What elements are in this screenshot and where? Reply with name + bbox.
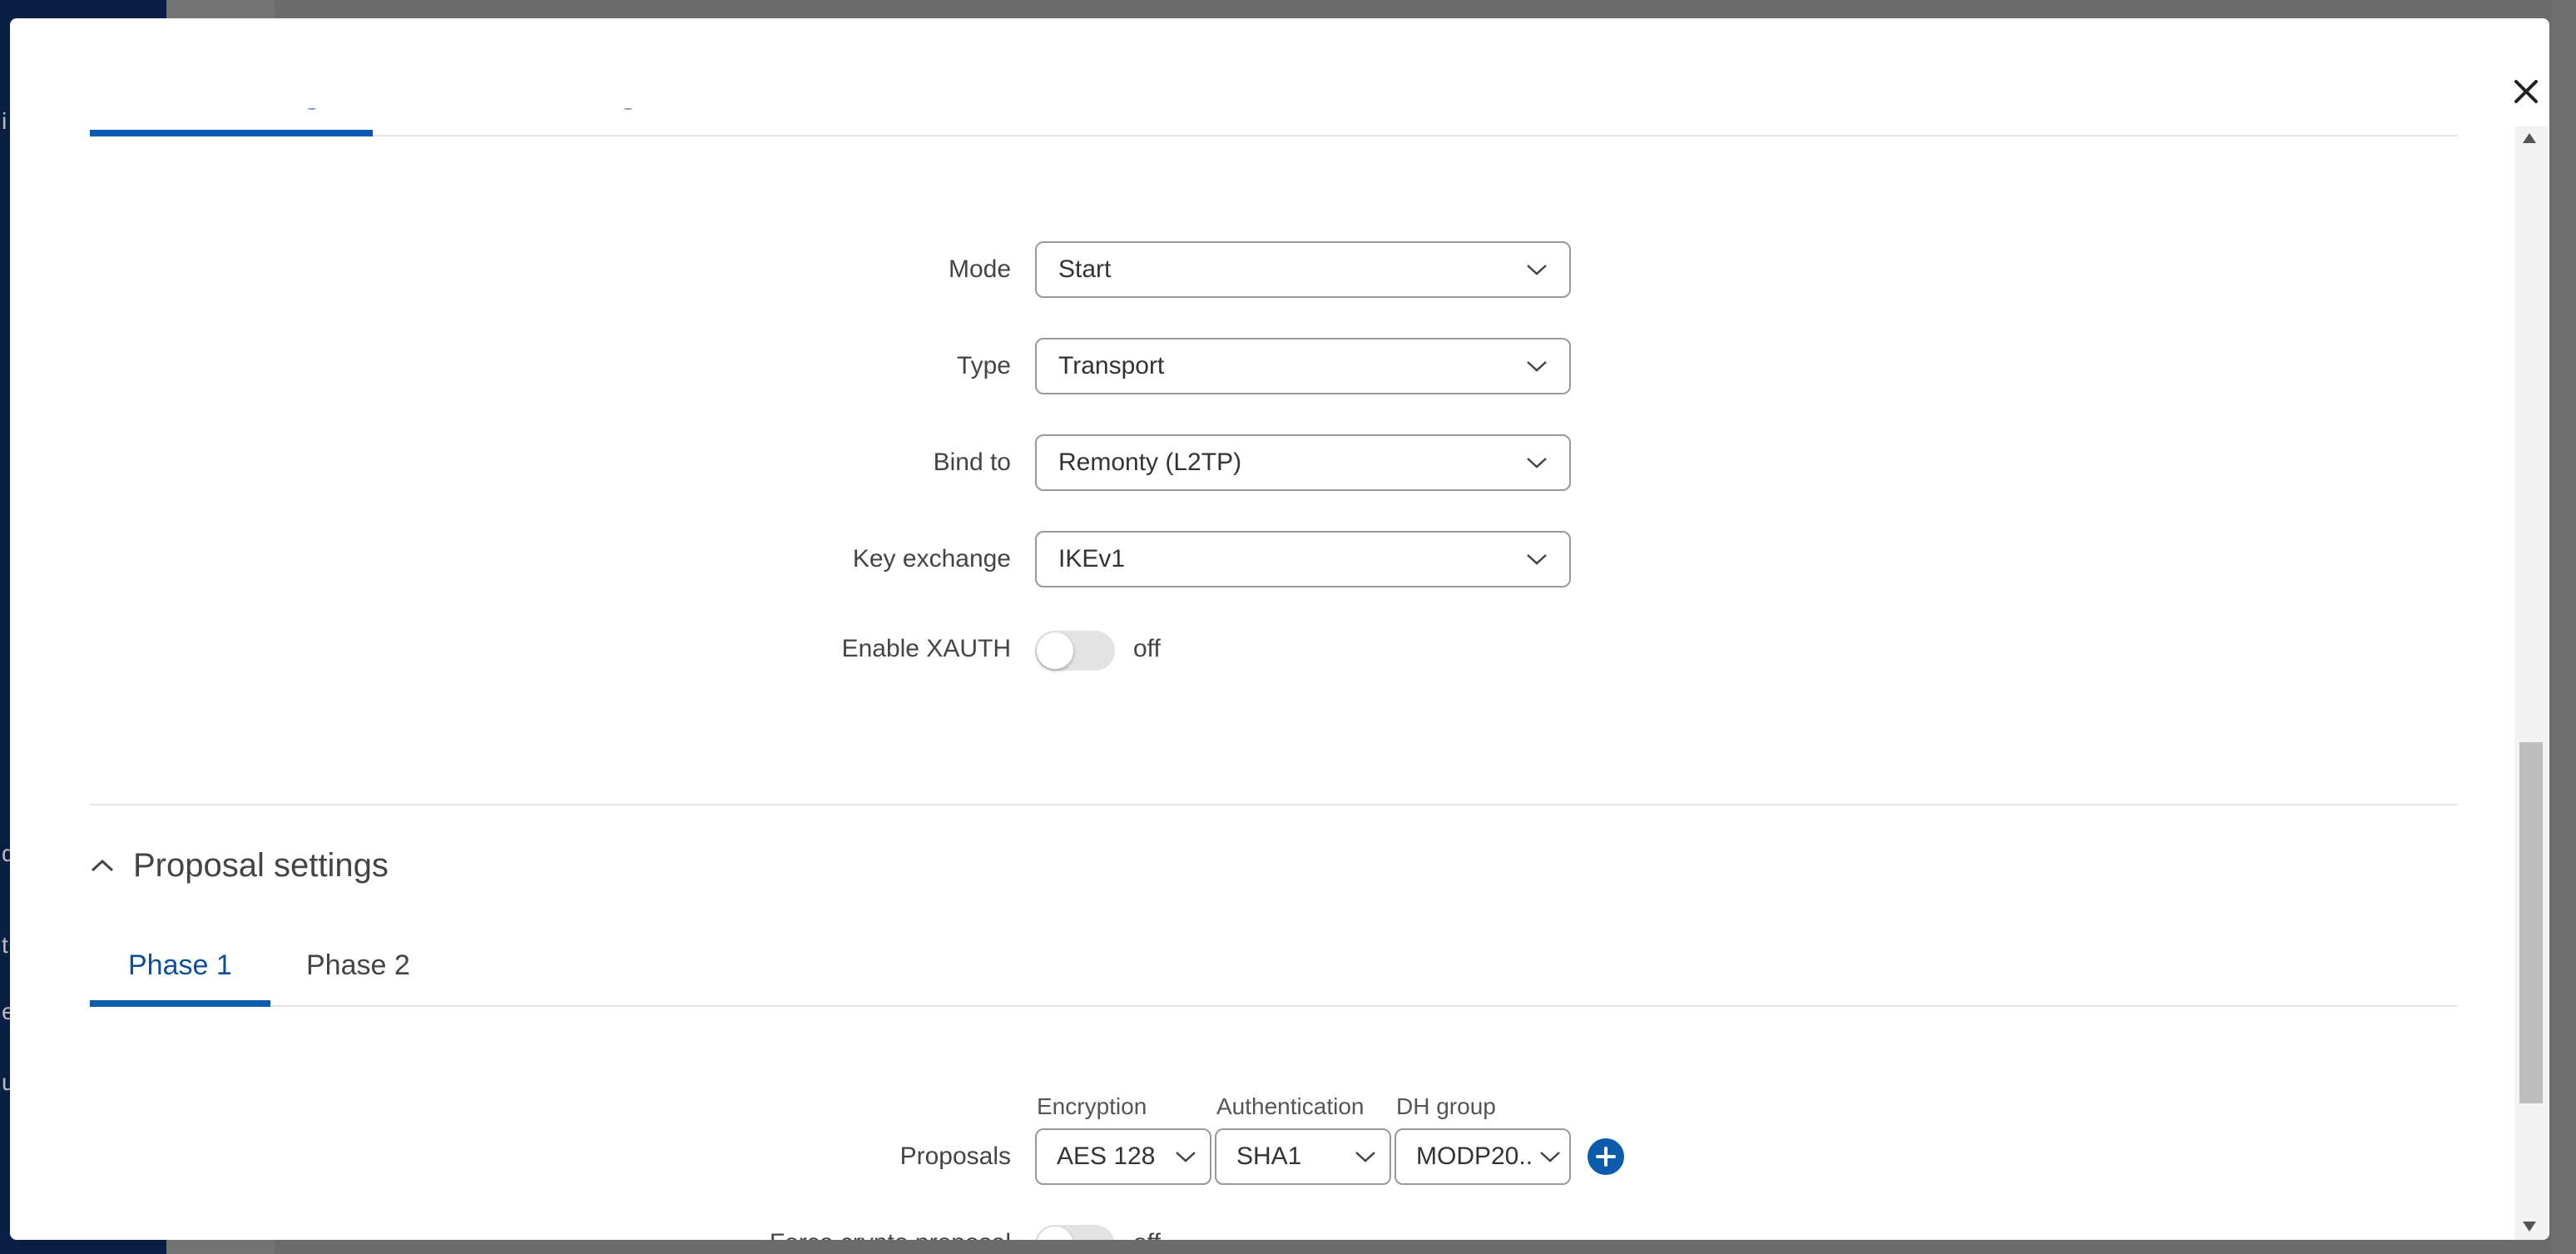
chevron-down-icon xyxy=(1527,458,1547,468)
chevron-down-icon xyxy=(1527,554,1547,565)
authentication-value: SHA1 xyxy=(1236,1142,1302,1170)
chevron-down-icon xyxy=(1540,1152,1560,1162)
tab-general-settings[interactable]: General settings xyxy=(90,108,373,136)
mode-select[interactable]: Start xyxy=(1035,241,1571,298)
type-select[interactable]: Transport xyxy=(1035,338,1571,394)
mode-label: Mode xyxy=(948,255,1011,283)
bind-to-value: Remonty (L2TP) xyxy=(1058,449,1242,476)
chevron-down-icon xyxy=(1176,1152,1196,1162)
type-value: Transport xyxy=(1058,352,1165,379)
close-button[interactable] xyxy=(2508,73,2544,110)
authentication-select[interactable]: SHA1 xyxy=(1215,1128,1391,1185)
type-label: Type xyxy=(956,352,1011,379)
scroll-thumb[interactable] xyxy=(2519,742,2543,1103)
background-text: t xyxy=(2,932,8,958)
toggle-knob xyxy=(1037,632,1073,669)
background-right xyxy=(2551,0,2576,1254)
force-crypto-row: Force crypto proposal off xyxy=(10,1215,2514,1240)
enable-xauth-state: off xyxy=(1133,635,1161,662)
section-title: Proposal settings xyxy=(133,846,389,884)
close-icon xyxy=(2514,80,2538,103)
modal-scrollbar[interactable] xyxy=(2514,126,2548,1240)
chevron-down-icon xyxy=(1527,265,1547,275)
key-exchange-value: IKEv1 xyxy=(1058,545,1126,572)
key-exchange-select[interactable]: IKEv1 xyxy=(1035,531,1571,587)
modal-content: General settings Advanced settings Mode … xyxy=(10,108,2514,1240)
dh-group-select[interactable]: MODP20... xyxy=(1395,1128,1571,1185)
enable-xauth-label: Enable XAUTH xyxy=(841,635,1011,662)
mode-row: Mode Start xyxy=(10,241,2514,298)
toggle-knob xyxy=(1037,1227,1073,1240)
proposals-label: Proposals xyxy=(899,1142,1011,1170)
mode-value: Start xyxy=(1058,255,1112,283)
key-exchange-row: Key exchange IKEv1 xyxy=(10,531,2514,587)
general-tabs: General settings Advanced settings xyxy=(90,108,2458,136)
enable-xauth-toggle[interactable] xyxy=(1035,631,1115,671)
bind-to-label: Bind to xyxy=(933,449,1011,476)
encryption-value: AES 128 xyxy=(1057,1142,1156,1170)
scroll-up-arrow-icon[interactable] xyxy=(2523,133,2536,143)
force-crypto-toggle[interactable] xyxy=(1035,1225,1115,1240)
section-divider xyxy=(90,804,2458,805)
force-crypto-label: Force crypto proposal xyxy=(770,1215,1011,1240)
chevron-down-icon xyxy=(1355,1152,1375,1162)
force-crypto-state: off xyxy=(1133,1215,1161,1240)
ipsec-config-modal: General settings Advanced settings Mode … xyxy=(10,18,2549,1240)
tab-phase-2[interactable]: Phase 2 xyxy=(268,940,448,1007)
bind-to-select[interactable]: Remonty (L2TP) xyxy=(1035,434,1571,491)
plus-icon xyxy=(1596,1147,1616,1167)
proposals-row: Proposals AES 128 SHA1 MODP20... xyxy=(10,1128,2514,1185)
key-exchange-label: Key exchange xyxy=(852,545,1011,572)
bind-to-row: Bind to Remonty (L2TP) xyxy=(10,434,2514,491)
background-text: i xyxy=(2,108,7,134)
dh-group-column-header: DH group xyxy=(1396,1093,1496,1119)
type-row: Type Transport xyxy=(10,338,2514,394)
phase-tabs: Phase 1 Phase 2 xyxy=(90,924,2458,1007)
encryption-column-header: Encryption xyxy=(1037,1093,1147,1119)
chevron-up-icon xyxy=(91,859,114,872)
enable-xauth-row: Enable XAUTH off xyxy=(10,621,2514,677)
tab-advanced-settings[interactable]: Advanced settings xyxy=(381,108,689,136)
chevron-down-icon xyxy=(1527,361,1547,372)
add-proposal-button[interactable] xyxy=(1588,1138,1624,1175)
dh-group-value: MODP20... xyxy=(1416,1142,1533,1170)
scroll-down-arrow-icon[interactable] xyxy=(2523,1222,2536,1232)
proposal-settings-header[interactable]: Proposal settings xyxy=(90,840,389,890)
authentication-column-header: Authentication xyxy=(1216,1093,1365,1119)
encryption-select[interactable]: AES 128 xyxy=(1035,1128,1211,1185)
tab-phase-1[interactable]: Phase 1 xyxy=(90,940,270,1007)
